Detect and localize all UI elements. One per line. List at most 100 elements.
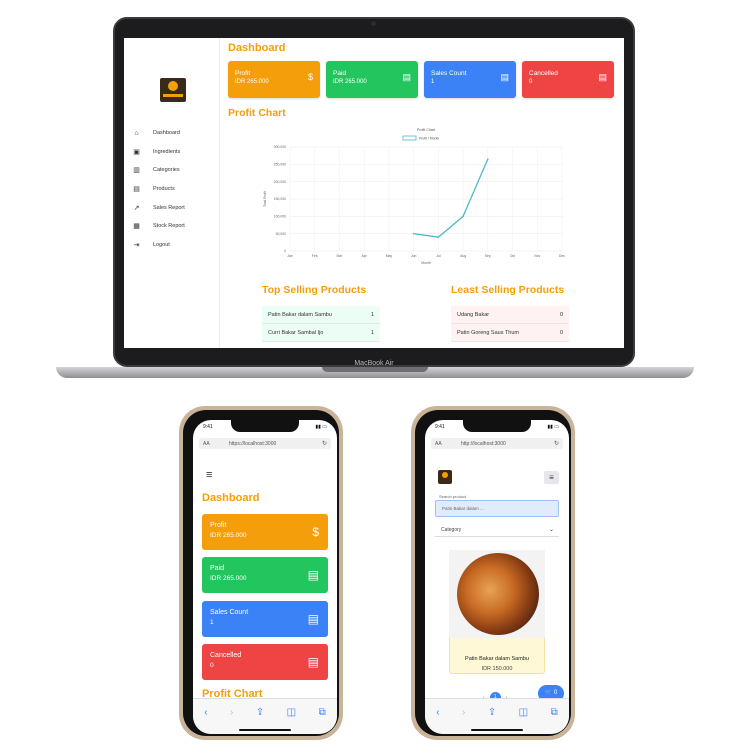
sidebar-item-categories[interactable]: ▥ Categories	[132, 161, 218, 180]
paid-card: Paid IDR 265.000 ▤	[326, 61, 418, 98]
receipt-icon: ▤	[307, 568, 319, 582]
sidebar-item-sales-report[interactable]: ↗ Sales Report	[132, 198, 218, 217]
sidebar-menu: ⌂ Dashboard ▣ Ingredients ▥ Categories ▤…	[132, 124, 218, 254]
reader-aa-button[interactable]: AA	[203, 441, 210, 447]
receipt-icon: ▤	[307, 612, 319, 626]
trend-icon: ↗	[133, 204, 140, 212]
sidebar-item-products[interactable]: ▤ Products	[132, 180, 218, 199]
card-value: 0	[210, 662, 214, 669]
hamburger-menu-icon[interactable]: ≡	[206, 469, 212, 481]
address-bar[interactable]: AA http://localhost:3000 ↻	[431, 438, 563, 449]
stat-cards: Profit IDR 265.000 $ Paid IDR 265.000 ▤ …	[228, 61, 614, 98]
sidebar-item-dashboard[interactable]: ⌂ Dashboard	[132, 124, 218, 143]
signal-battery-icon: ▮▮ ▭	[547, 424, 559, 430]
x-tick-label: Nov	[534, 254, 540, 258]
card-title: Cancelled	[529, 70, 558, 77]
laptop-opening-notch	[322, 367, 428, 372]
share-icon[interactable]: ⇪	[488, 707, 496, 718]
laptop-camera	[371, 21, 376, 26]
y-tick-label: 150,000	[274, 197, 286, 201]
product-name: Udang Bakar	[457, 311, 490, 318]
dollar-icon: $	[307, 72, 313, 82]
hamburger-menu-icon[interactable]: ≡	[544, 471, 559, 484]
x-tick-label: Feb	[312, 254, 318, 258]
product-qty: 0	[559, 311, 563, 318]
page-title: Dashboard	[202, 492, 260, 504]
category-select[interactable]: Category ⌄	[435, 524, 559, 537]
profit-data-point	[487, 158, 489, 160]
list-item[interactable]: Patin Goreng Saus Thum 0	[451, 324, 569, 342]
bookmarks-icon[interactable]: ◫	[519, 707, 528, 718]
app-logo[interactable]	[438, 470, 452, 484]
back-icon[interactable]: ‹	[204, 707, 207, 718]
laptop-screen: ⌂ Dashboard ▣ Ingredients ▥ Categories ▤…	[124, 38, 624, 348]
x-tick-label: Jan	[287, 254, 293, 258]
product-name: Patin Bakar dalam Sambu	[465, 656, 529, 662]
cart-icon: 🛒	[544, 690, 553, 696]
sidebar-item-label: Stock Report	[153, 223, 185, 230]
bookmarks-icon[interactable]: ◫	[287, 707, 296, 718]
profit-data-point	[462, 215, 464, 218]
tabs-icon[interactable]: ⧉	[551, 707, 558, 718]
least-selling-title: Least Selling Products	[451, 284, 565, 296]
y-tick-label: 50,000	[276, 232, 286, 236]
card-value: IDR 265.000	[235, 79, 269, 85]
product-name: Patin Bakar dalam Sambu	[268, 311, 332, 318]
x-tick-label: Apr	[362, 254, 368, 258]
x-tick-label: Jun	[411, 254, 417, 258]
profit-card: Profit IDR 265.000 $	[228, 61, 320, 98]
list-item[interactable]: Udang Bakar 0	[451, 306, 569, 324]
sidebar-item-label: Dashboard	[153, 130, 180, 137]
sidebar-item-label: Sales Report	[153, 204, 185, 211]
reload-icon[interactable]: ↻	[554, 440, 559, 447]
sidebar-item-label: Categories	[153, 167, 180, 174]
chart-title: Profit Chart	[417, 128, 435, 132]
list-item[interactable]: Patin Bakar dalam Sambu 1	[262, 306, 380, 324]
app-logo[interactable]	[160, 78, 186, 102]
x-tick-label: Oct	[510, 254, 515, 258]
forward-icon[interactable]: ›	[462, 707, 465, 718]
home-indicator	[239, 729, 291, 731]
legend-swatch	[402, 135, 417, 141]
url-text: http://localhost:3000	[461, 440, 506, 447]
y-axis-label: Total Profit	[263, 191, 267, 207]
box-icon: ▤	[133, 186, 140, 194]
forward-icon[interactable]: ›	[230, 707, 233, 718]
reload-icon[interactable]: ↻	[322, 440, 327, 447]
sidebar-item-label: Logout	[153, 241, 170, 248]
receipt-icon: ▤	[402, 72, 411, 82]
least-selling-list: Udang Bakar 0 Patin Goreng Saus Thum 0	[451, 306, 569, 342]
phone-notch	[231, 420, 299, 432]
phone-screen: 9:41 ▮▮ ▭ AA https://localhost:3000 ↻ ≡ …	[193, 420, 337, 734]
sidebar-item-ingredients[interactable]: ▣ Ingredients	[132, 143, 218, 162]
share-icon[interactable]: ⇪	[256, 707, 264, 718]
card-title: Cancelled	[210, 652, 242, 659]
x-tick-label: Sep	[485, 254, 491, 258]
profit-chart-title: Profit Chart	[228, 107, 286, 119]
x-axis-label: Month	[421, 261, 431, 265]
sidebar-item-stock-report[interactable]: ▦ Stock Report	[132, 217, 218, 236]
card-title: Profit	[235, 70, 251, 77]
product-image	[457, 553, 539, 635]
x-tick-label: May	[386, 254, 393, 258]
x-tick-label: Dec	[559, 254, 565, 258]
sidebar-item-logout[interactable]: ⇥ Logout	[132, 236, 218, 255]
back-icon[interactable]: ‹	[436, 707, 439, 718]
top-selling-list: Patin Bakar dalam Sambu 1 Curri Bakar Sa…	[262, 306, 380, 342]
phone-dashboard: 9:41 ▮▮ ▭ AA https://localhost:3000 ↻ ≡ …	[179, 406, 343, 740]
address-bar[interactable]: AA https://localhost:3000 ↻	[199, 438, 331, 449]
list-item[interactable]: Curri Bakar Sambal Ijo 1	[262, 324, 380, 342]
logout-icon: ⇥	[133, 241, 140, 249]
showcase-stage: ⌂ Dashboard ▣ Ingredients ▥ Categories ▤…	[0, 0, 750, 750]
reader-aa-button[interactable]: AA	[435, 441, 442, 447]
profit-chart: Profit Chart Profit / Month 0 50,000 100,000…	[263, 128, 565, 265]
building-icon: ▥	[133, 167, 140, 175]
search-input[interactable]: Patin Bakar dalam ...	[435, 500, 559, 517]
receipt-icon: ▤	[500, 72, 509, 82]
x-tick-label: Jul	[436, 254, 441, 258]
y-tick-label: 0	[284, 249, 286, 253]
sidebar-item-label: Ingredients	[153, 148, 181, 155]
tabs-icon[interactable]: ⧉	[319, 707, 326, 718]
warehouse-icon: ▦	[133, 223, 140, 231]
product-qty: 1	[370, 329, 374, 336]
